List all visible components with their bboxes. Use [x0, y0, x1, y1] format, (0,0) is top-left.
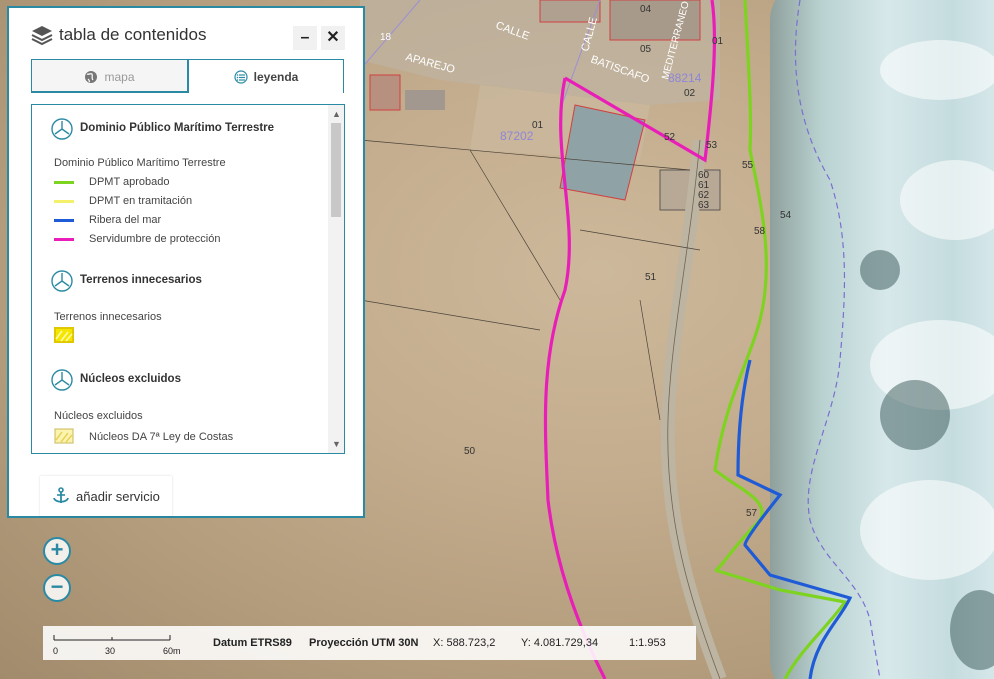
- ribera-line: [736, 359, 853, 679]
- tab-label: mapa: [104, 70, 135, 84]
- scale-tick-label: 30: [105, 646, 116, 656]
- x-coordinate: X: 588.723,2: [433, 637, 496, 649]
- lot-number: 63: [698, 200, 710, 211]
- map-scale: 1:1.953: [629, 637, 666, 649]
- lot-number: 54: [780, 210, 792, 221]
- scroll-down-icon[interactable]: ▼: [332, 439, 341, 449]
- legend-item: DPMT en tramitación: [54, 195, 192, 207]
- projection-label: Proyección UTM 30N: [309, 637, 419, 649]
- anchor-icon: [53, 487, 69, 503]
- legend-swatch: [54, 218, 74, 222]
- lot-number: 04: [640, 4, 652, 15]
- lot-number: 52: [664, 132, 676, 143]
- legend-section-title[interactable]: Terrenos innecesarios: [80, 274, 202, 286]
- scale-tick-label: 0: [53, 646, 59, 656]
- legend-swatch: [54, 237, 74, 241]
- legend-list[interactable]: Dominio Público Marítimo Terrestre Domin…: [31, 104, 345, 454]
- minimize-button[interactable]: –: [293, 26, 317, 50]
- legend-layer-title: Dominio Público Marítimo Terrestre: [54, 157, 226, 169]
- lot-number: 55: [742, 160, 754, 171]
- service-icon[interactable]: [50, 117, 74, 141]
- datum-label: Datum ETRS89: [213, 637, 292, 649]
- lot-number: 51: [645, 272, 657, 283]
- legend-layer-title: Núcleos excluidos: [54, 410, 143, 422]
- road: [660, 139, 727, 679]
- service-icon[interactable]: [50, 269, 74, 293]
- sports-court: [559, 104, 646, 201]
- status-bar: 0 30 60m Datum ETRS89 Proyección UTM 30N…: [43, 626, 696, 660]
- add-service-button[interactable]: añadir servicio: [40, 476, 172, 516]
- panel-header: tabla de contenidos – ✕: [9, 8, 363, 64]
- legend-item: Ribera del mar: [54, 214, 161, 226]
- tab-label: leyenda: [253, 70, 299, 84]
- lot-number: 02: [684, 88, 696, 99]
- lot-number: 58: [754, 226, 766, 237]
- lot-number: 53: [706, 140, 718, 151]
- y-coordinate: Y: 4.081.729,34: [521, 637, 599, 649]
- coastline-dashed: [794, 0, 881, 679]
- parcel-label: 88214: [668, 71, 702, 85]
- lot-number: 50: [464, 446, 476, 457]
- legend-layer-title: Terrenos innecesarios: [54, 311, 162, 323]
- legend-swatch: [54, 199, 74, 203]
- hatched-light-yellow-swatch: [54, 428, 74, 444]
- lot-number: 57: [746, 508, 758, 519]
- panel-title: tabla de contenidos: [59, 25, 207, 44]
- close-button[interactable]: ✕: [321, 26, 345, 50]
- tab-leyenda[interactable]: leyenda: [188, 59, 344, 93]
- service-icon[interactable]: [50, 368, 74, 392]
- scrollbar-thumb[interactable]: [331, 123, 341, 217]
- lot-number: 01: [532, 120, 544, 131]
- globe-icon: [85, 71, 98, 83]
- lot-number: 01: [712, 36, 724, 47]
- lot-number: 18: [380, 32, 392, 43]
- zoom-out-button[interactable]: −: [43, 574, 71, 602]
- tab-mapa[interactable]: mapa: [31, 59, 188, 93]
- legend-scrollbar[interactable]: ▲ ▼: [328, 105, 344, 453]
- parcel-label: 87202: [500, 129, 534, 143]
- legend-section-title[interactable]: Dominio Público Marítimo Terrestre: [80, 122, 274, 134]
- zoom-in-button[interactable]: +: [43, 537, 71, 565]
- list-icon: [234, 70, 248, 84]
- legend-item: DPMT aprobado: [54, 176, 170, 188]
- scale-bar: [53, 635, 171, 641]
- add-service-label: añadir servicio: [76, 489, 160, 504]
- legend-item-label: Núcleos DA 7ª Ley de Costas: [89, 431, 234, 443]
- legend-item: Servidumbre de protección: [54, 233, 220, 245]
- layers-icon: [31, 26, 53, 46]
- building: [369, 74, 401, 111]
- lot-number: 05: [640, 44, 652, 55]
- legend-section-title[interactable]: Núcleos excluidos: [80, 373, 181, 385]
- scroll-up-icon[interactable]: ▲: [332, 109, 341, 119]
- scale-tick-label: 60m: [163, 646, 181, 656]
- hatched-yellow-swatch: [54, 327, 74, 343]
- building: [405, 90, 445, 110]
- legend-swatch: [54, 180, 74, 184]
- table-of-contents-panel: tabla de contenidos – ✕ mapa leyenda Dom…: [7, 6, 365, 518]
